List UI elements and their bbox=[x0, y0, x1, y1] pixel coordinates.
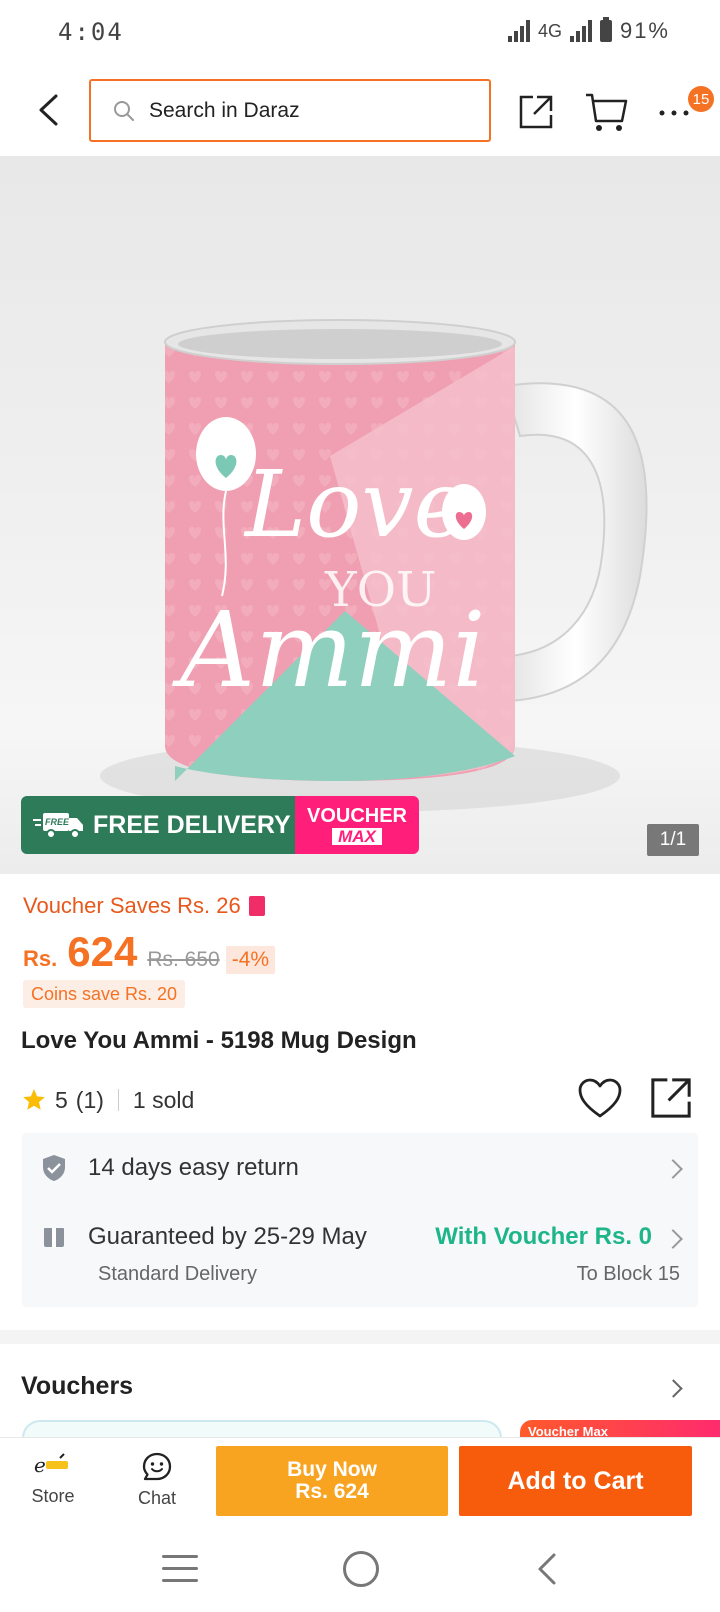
rating-count: (1) bbox=[75, 1086, 104, 1113]
return-text: 14 days easy return bbox=[88, 1154, 299, 1181]
buy-now-label: Buy Now bbox=[287, 1457, 377, 1481]
product-title: Love You Ammi - 5198 Mug Design bbox=[21, 1027, 417, 1054]
chevron-right-icon bbox=[663, 1229, 683, 1249]
back-button[interactable] bbox=[24, 86, 72, 134]
original-price: Rs. 650 bbox=[147, 948, 220, 971]
chevron-right-icon[interactable] bbox=[664, 1379, 683, 1398]
max-text: MAX bbox=[332, 827, 382, 845]
chevron-left-icon bbox=[538, 1553, 556, 1585]
bottom-action-bar: e Store Chat Buy Now Rs. 624 Add to Cart bbox=[0, 1437, 720, 1537]
package-icon bbox=[44, 1228, 64, 1247]
return-policy-row[interactable]: 14 days easy return bbox=[22, 1133, 698, 1203]
search-icon bbox=[114, 100, 134, 121]
buy-now-price: Rs. 624 bbox=[295, 1480, 369, 1503]
price-value: 624 bbox=[67, 928, 138, 975]
system-navigation-bar bbox=[0, 1537, 720, 1612]
mug-text-ammi: Ammi bbox=[172, 589, 486, 711]
network-type: 4G bbox=[537, 20, 562, 41]
discount-badge: -4% bbox=[225, 946, 276, 974]
delivery-destination: To Block 15 bbox=[576, 1263, 680, 1285]
sold-count: 1 sold bbox=[132, 1086, 195, 1113]
free-tag-text: FREE bbox=[45, 817, 70, 827]
voucher-saves[interactable]: Voucher Saves Rs. 26 bbox=[23, 893, 265, 919]
rating-row[interactable]: 5 (1) 1 sold bbox=[21, 1083, 194, 1117]
mug-image: Love YOU Ammi bbox=[100, 319, 648, 812]
wishlist-button[interactable] bbox=[578, 1078, 622, 1120]
store-label: Store bbox=[31, 1486, 75, 1506]
status-time: 4:04 bbox=[58, 18, 124, 46]
chat-button[interactable]: Chat bbox=[122, 1452, 192, 1524]
battery-level: 91% bbox=[619, 18, 670, 43]
voucher-max-badge: VOUCHER MAX bbox=[295, 796, 419, 854]
delivery-truck-icon: FREE bbox=[33, 813, 83, 839]
mug-text-love: Love bbox=[243, 451, 468, 558]
shield-check-icon bbox=[43, 1155, 65, 1181]
more-icon bbox=[659, 110, 689, 116]
delivery-type: Standard Delivery bbox=[98, 1263, 257, 1285]
signal-icon bbox=[507, 20, 530, 42]
top-header: Search in Daraz 15 bbox=[0, 66, 720, 156]
heart-icon bbox=[578, 1078, 622, 1118]
divider bbox=[117, 1089, 119, 1111]
chat-icon bbox=[142, 1452, 172, 1481]
promo-banner: FREE FREE DELIVERY VOUCHER MAX bbox=[21, 796, 419, 854]
delivery-row[interactable]: Guaranteed by 25-29 May With Voucher Rs.… bbox=[22, 1203, 698, 1307]
svg-text:e: e bbox=[34, 1453, 46, 1477]
product-page: 4:04 4G 91% Search in Daraz 15 Love YOU … bbox=[0, 0, 720, 1612]
share-product-button[interactable] bbox=[648, 1075, 694, 1121]
recent-apps-icon[interactable] bbox=[162, 1555, 198, 1585]
free-delivery-badge: FREE FREE DELIVERY bbox=[21, 796, 295, 854]
voucher-icon bbox=[248, 896, 265, 916]
home-icon[interactable] bbox=[343, 1551, 379, 1587]
share-icon bbox=[651, 1078, 691, 1118]
signal-icon-2 bbox=[569, 20, 592, 42]
star-icon bbox=[23, 1089, 45, 1110]
voucher-text: VOUCHER bbox=[306, 804, 407, 827]
status-icons: 4G 91% bbox=[507, 17, 670, 44]
image-counter: 1/1 bbox=[647, 824, 699, 856]
cart-button[interactable] bbox=[582, 88, 630, 136]
voucher-shipping-text: With Voucher Rs. 0 bbox=[435, 1223, 652, 1250]
battery-icon bbox=[599, 17, 612, 42]
cart-icon bbox=[586, 93, 628, 131]
service-card: 14 days easy return Guaranteed by 25-29 … bbox=[22, 1133, 698, 1307]
buy-now-button[interactable]: Buy Now Rs. 624 bbox=[216, 1446, 448, 1516]
voucher-saves-text: Voucher Saves Rs. 26 bbox=[23, 893, 241, 918]
free-delivery-text: FREE DELIVERY bbox=[93, 810, 291, 839]
share-button[interactable] bbox=[512, 88, 560, 136]
price-currency: Rs. bbox=[23, 946, 58, 971]
price-row: Rs. 624 Rs. 650 -4% bbox=[23, 928, 276, 988]
coins-save-badge: Coins save Rs. 20 bbox=[23, 980, 186, 1008]
vouchers-heading[interactable]: Vouchers bbox=[21, 1372, 133, 1401]
search-placeholder: Search in Daraz bbox=[149, 98, 300, 122]
rating-value: 5 bbox=[55, 1086, 68, 1113]
product-image-gallery[interactable]: Love YOU Ammi FREE FREE DELIVERY VOUCHER bbox=[0, 156, 720, 874]
store-logo-icon: e bbox=[34, 1453, 68, 1477]
cart-count-badge: 15 bbox=[688, 86, 714, 112]
section-divider bbox=[0, 1330, 720, 1344]
chat-label: Chat bbox=[137, 1488, 177, 1508]
chevron-right-icon bbox=[663, 1159, 683, 1179]
share-icon bbox=[519, 95, 553, 129]
system-back-button[interactable] bbox=[530, 1551, 566, 1587]
add-to-cart-button[interactable]: Add to Cart bbox=[459, 1446, 692, 1516]
store-button[interactable]: e Store bbox=[18, 1452, 88, 1524]
search-input[interactable]: Search in Daraz bbox=[89, 79, 491, 142]
guarantee-text: Guaranteed by 25-29 May bbox=[88, 1223, 367, 1250]
status-bar: 4:04 4G 91% bbox=[0, 0, 720, 66]
chevron-left-icon bbox=[39, 94, 58, 126]
